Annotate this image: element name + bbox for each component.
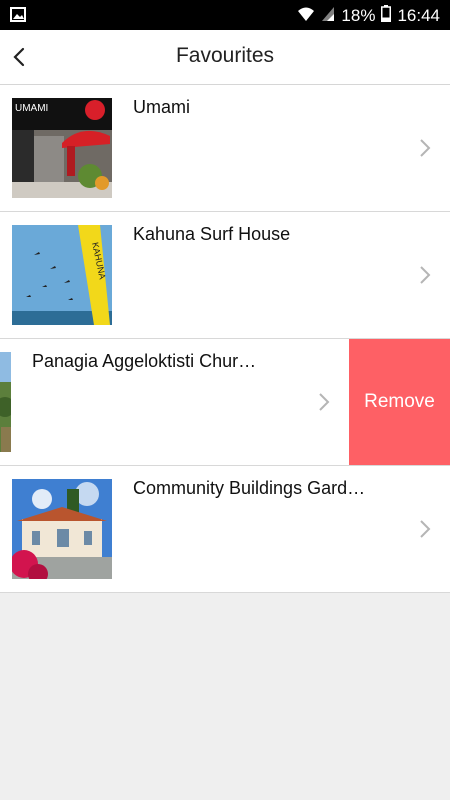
item-title: Kahuna Surf House: [133, 224, 291, 244]
chevron-right-icon: [319, 393, 330, 411]
chevron-right-icon: [420, 139, 431, 157]
list-item-content[interactable]: Panagia Aggeloktisti Chur…: [0, 339, 349, 465]
kahuna-thumbnail: KAHUNA: [12, 225, 112, 325]
battery-icon: [381, 5, 392, 27]
wifi-icon: [297, 6, 315, 27]
list-item[interactable]: KAHUNA Kahuna Surf House: [0, 212, 450, 339]
umami-thumbnail: UMAMI: [12, 98, 112, 198]
item-title: Umami: [133, 97, 190, 117]
image-icon: [10, 7, 26, 27]
list-item-content[interactable]: Community Buildings Gard…: [0, 466, 450, 592]
remove-button[interactable]: Remove: [349, 339, 450, 465]
chevron-right-icon: [420, 520, 431, 538]
app-header: Favourites: [0, 30, 450, 85]
status-bar: 18% 16:44: [0, 0, 450, 30]
chevron-right-icon: [420, 266, 431, 284]
list-item[interactable]: UMAMI Umami: [0, 85, 450, 212]
list-item[interactable]: Panagia Aggeloktisti Chur… Remove: [0, 339, 450, 466]
list-item[interactable]: Community Buildings Gard…: [0, 466, 450, 593]
item-title: Community Buildings Gard…: [133, 478, 366, 498]
signal-icon: [321, 6, 335, 27]
battery-text: 18%: [341, 6, 376, 25]
item-title: Panagia Aggeloktisti Chur…: [32, 351, 257, 371]
community-buildings-thumbnail: [12, 479, 112, 579]
favourites-list: UMAMI Umami KAHUNA Kahuna Surf House Pan…: [0, 85, 450, 593]
clock: 16:44: [397, 6, 440, 25]
list-item-content[interactable]: KAHUNA Kahuna Surf House: [0, 212, 450, 338]
umami-sign-text: UMAMI: [15, 103, 48, 114]
page-title: Favourites: [175, 44, 275, 67]
panagia-thumbnail: [0, 352, 11, 452]
list-item-content[interactable]: UMAMI Umami: [0, 85, 450, 211]
